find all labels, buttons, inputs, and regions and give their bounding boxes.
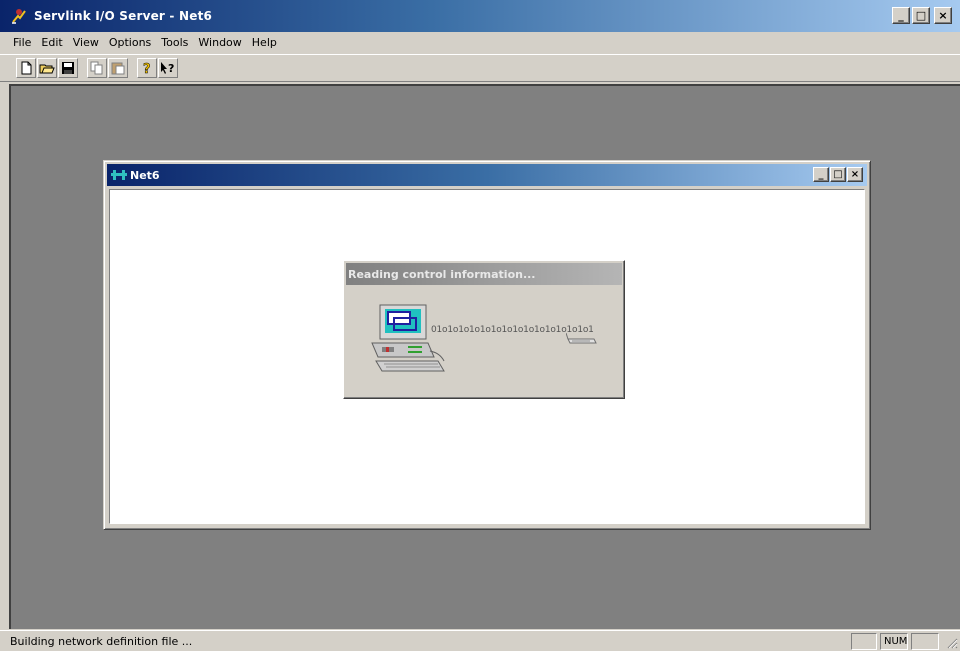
menu-help[interactable]: Help [247,34,282,51]
child-title: Net6 [130,168,160,182]
progress-dialog: Reading control information... 01o1o1o1o… [343,260,625,399]
statusbar: Building network definition file ... [0,630,960,651]
open-folder-icon [39,64,55,74]
minimize-button[interactable]: _ [892,7,910,24]
child-minimize-button[interactable]: _ [813,167,829,182]
status-message: Building network definition file ... [10,634,193,648]
close-button[interactable]: × [934,7,952,24]
copy-icon [90,61,103,75]
status-num-indicator: NUM [880,633,908,650]
child-titlebar[interactable]: Net6 _ □ × [107,164,867,186]
app-window-controls: _ □ × [892,7,952,24]
menu-options[interactable]: Options [104,34,156,51]
close-icon: × [938,9,948,22]
toolbar-separator [129,58,137,78]
toolbar: ? ? [0,54,960,82]
new-button[interactable] [16,58,36,78]
about-button[interactable]: ? [137,58,157,78]
menu-edit[interactable]: Edit [36,34,67,51]
minimize-icon: _ [818,168,824,180]
svg-text:?: ? [143,62,151,75]
open-button[interactable] [37,58,57,78]
child-maximize-button[interactable]: □ [830,167,846,182]
resize-grip-icon[interactable] [946,637,958,649]
app-title: Servlink I/O Server - Net6 [34,9,213,23]
child-window-controls: _ □ × [813,167,863,182]
paste-button[interactable] [108,58,128,78]
save-button[interactable] [58,58,78,78]
new-document-icon [21,61,32,75]
status-panel-scroll [911,633,939,650]
save-icon [62,62,74,74]
menu-tools[interactable]: Tools [156,34,193,51]
maximize-button[interactable]: □ [912,7,930,24]
maximize-icon: □ [833,168,843,180]
paste-icon [111,62,125,75]
minimize-icon: _ [898,9,904,22]
remote-device-icon [566,332,597,344]
svg-text:?: ? [168,62,174,75]
about-icon: ? [143,62,151,75]
menu-view[interactable]: View [68,34,104,51]
context-help-button[interactable]: ? [158,58,178,78]
app-titlebar[interactable]: Servlink I/O Server - Net6 _ □ × [0,0,960,32]
network-icon [111,170,127,180]
app-logo-icon [10,7,28,25]
menu-file[interactable]: File [8,34,36,51]
close-icon: × [850,168,860,180]
status-panel-blank [851,633,877,650]
toolbar-separator [79,58,87,78]
menu-window[interactable]: Window [193,34,246,51]
child-close-button[interactable]: × [847,167,863,182]
maximize-icon: □ [915,9,927,22]
computer-transfer-icon [371,304,445,372]
context-help-icon: ? [161,62,174,75]
progress-dialog-title: Reading control information... [346,263,622,285]
copy-button[interactable] [87,58,107,78]
menubar: File Edit View Options Tools Window Help [0,32,960,53]
